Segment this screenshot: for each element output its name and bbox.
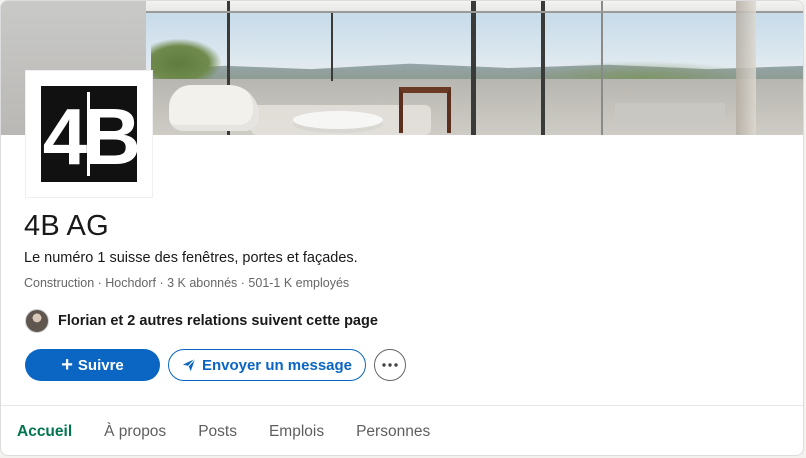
company-tagline: Le numéro 1 suisse des fenêtres, portes …	[24, 250, 358, 266]
tab-accueil[interactable]: Accueil	[1, 406, 88, 455]
wooden-chair	[399, 87, 451, 133]
svg-text:4: 4	[43, 92, 88, 181]
send-message-label: Envoyer un message	[201, 356, 353, 374]
sofa	[169, 85, 259, 131]
followers-text: Florian et 2 autres relations suivent ce…	[58, 313, 378, 329]
avatar	[25, 309, 49, 333]
page-tabs: Accueil À propos Posts Emplois Personnes	[1, 406, 803, 455]
more-horizontal-icon	[382, 363, 398, 367]
svg-text:B: B	[83, 92, 137, 181]
company-page-card: 4 B 4B AG Le numéro 1 suisse des fenêtre…	[0, 0, 804, 456]
tab-personnes[interactable]: Personnes	[340, 406, 446, 455]
tab-emplois[interactable]: Emplois	[253, 406, 340, 455]
mutual-followers[interactable]: Florian et 2 autres relations suivent ce…	[25, 309, 378, 333]
send-message-button[interactable]: Envoyer un message	[168, 349, 366, 381]
company-meta: Construction · Hochdorf · 3 K abonnés · …	[24, 276, 350, 290]
company-logo[interactable]: 4 B	[25, 70, 153, 198]
tab-a-propos[interactable]: À propos	[88, 406, 182, 455]
company-name: 4B AG	[24, 210, 109, 242]
company-logo-image: 4 B	[41, 86, 137, 182]
follow-button[interactable]: + Suivre	[25, 349, 160, 381]
more-options-button[interactable]	[374, 349, 406, 381]
coffee-table	[293, 111, 383, 129]
tab-posts[interactable]: Posts	[182, 406, 253, 455]
follow-button-label: Suivre	[77, 356, 124, 374]
send-icon	[182, 358, 196, 372]
plus-icon: +	[61, 354, 73, 376]
